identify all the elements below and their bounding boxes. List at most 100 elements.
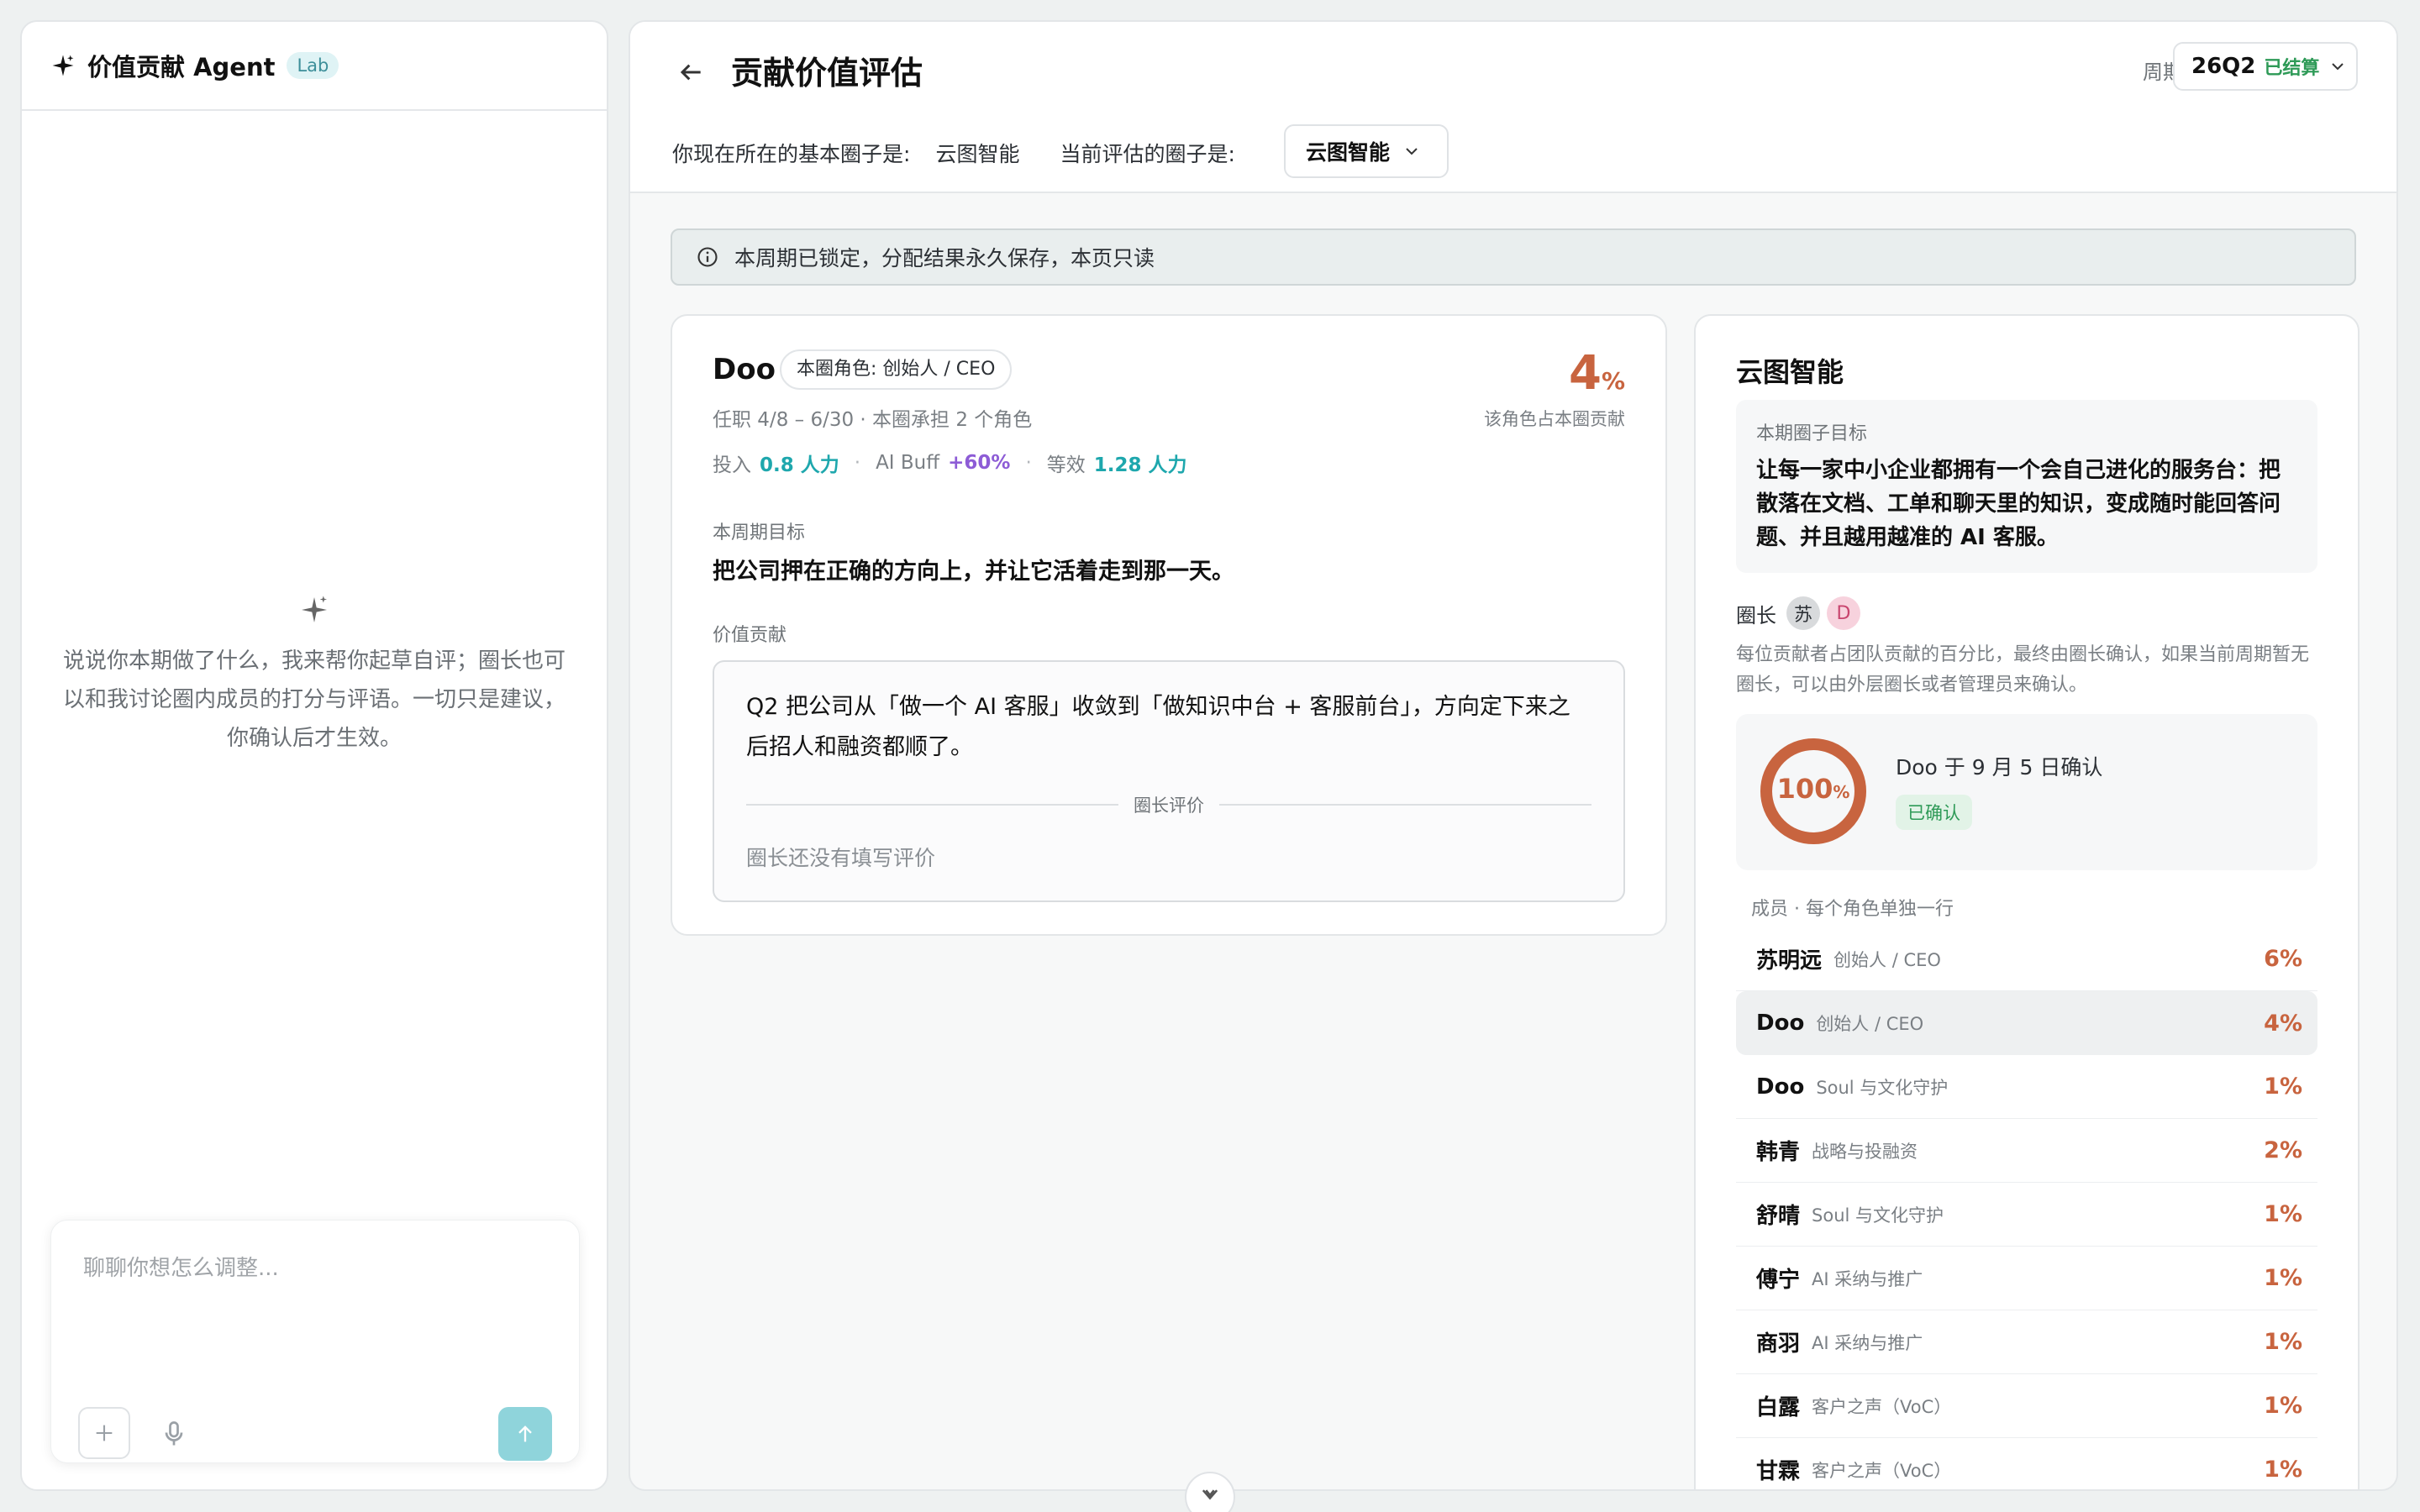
- member-row-role: 客户之声（VoC）: [1812, 1396, 1952, 1417]
- member-row-role: AI 采纳与推广: [1812, 1268, 1923, 1289]
- plus-icon: [96, 1425, 113, 1441]
- input-value: 0.8 人力: [760, 454, 839, 476]
- agent-panel: 价值贡献 Agent Lab 说说你本期做了什么，我来帮你起草自评；圈长也可以和…: [20, 20, 608, 1491]
- member-row-name: Doo: [1756, 1011, 1805, 1036]
- circle-goal-label: 本期圈子目标: [1756, 423, 1868, 444]
- member-row-percent: 1%: [2264, 1393, 2302, 1419]
- eval-circle-select[interactable]: 云图智能: [1284, 124, 1449, 178]
- member-detail-card: Doo 本圈角色: 创始人 / CEO 4% 该角色占本圈贡献 任职 4/8 –…: [671, 314, 1667, 936]
- member-row-name: Doo: [1756, 1074, 1805, 1100]
- value-contribution-box: Q2 把公司从「做一个 AI 客服」收敛到「做知识中台 + 客服前台」，方向定下…: [713, 660, 1625, 902]
- locked-banner-text: 本周期已锁定，分配结果永久保存，本页只读: [734, 246, 1155, 270]
- circle-leader-row: 圈长 苏 D: [1736, 596, 1860, 630]
- goal-label: 本周期目标: [713, 522, 806, 543]
- attach-button[interactable]: [78, 1407, 130, 1459]
- member-percent: 4% 该角色占本圈贡献: [1484, 346, 1625, 431]
- member-row-name: 甘霖: [1756, 1459, 1801, 1484]
- ai-buff-label: AI Buff: [876, 452, 940, 474]
- period-select[interactable]: 26Q2 已结算: [2173, 42, 2358, 91]
- member-row-role: AI 采纳与推广: [1812, 1332, 1923, 1353]
- equiv-value: 1.28 人力: [1093, 454, 1187, 476]
- agent-hint-text: 说说你本期做了什么，我来帮你起草自评；圈长也可以和我讨论圈内成员的打分与评语。一…: [62, 648, 566, 751]
- confirmed-by-text: Doo 于 9 月 5 日确认: [1896, 755, 2103, 780]
- member-row-role: 客户之声（VoC）: [1812, 1460, 1952, 1481]
- circle-summary-card: 云图智能 本期圈子目标 让每一家中小企业都拥有一个会自己进化的服务台：把散落在文…: [1694, 314, 2360, 1489]
- base-circle-value: 云图智能: [935, 142, 1020, 166]
- lab-badge: Lab: [287, 52, 339, 79]
- chat-input[interactable]: 聊聊你想怎么调整...: [83, 1251, 279, 1282]
- member-list: 苏明远 创始人 / CEO 6% Doo 创始人 / CEO 4% Doo Soul 与文化守…: [1736, 927, 2317, 1489]
- member-stats: 投入 0.8 人力 · AI Buff +60% · 等效 1.28 人力: [713, 449, 1187, 477]
- member-row-percent: 1%: [2264, 1265, 2302, 1291]
- period-status: 已结算: [2264, 58, 2320, 79]
- member-row-role: 创始人 / CEO: [1833, 949, 1941, 970]
- member-row-percent: 6%: [2264, 946, 2302, 972]
- member-row-percent: 4%: [2264, 1010, 2302, 1037]
- list-item[interactable]: Doo Soul 与文化守护 1%: [1736, 1055, 2317, 1119]
- role-badge: 本圈角色: 创始人 / CEO: [780, 349, 1013, 390]
- back-arrow-icon[interactable]: [674, 55, 708, 89]
- avatar[interactable]: D: [1827, 596, 1860, 630]
- chevron-down-icon: [2332, 63, 2344, 71]
- member-row-name: 白露: [1756, 1395, 1801, 1420]
- donut-label: 100%: [1754, 773, 1872, 805]
- avatar[interactable]: 苏: [1786, 596, 1820, 630]
- member-row-name: 傅宁: [1756, 1268, 1801, 1293]
- list-item[interactable]: 甘霖 客户之声（VoC） 1%: [1736, 1438, 2317, 1489]
- list-item[interactable]: 苏明远 创始人 / CEO 6%: [1736, 927, 2317, 991]
- list-item[interactable]: 韩青 战略与投融资 2%: [1736, 1119, 2317, 1183]
- donut-value: 100: [1776, 773, 1833, 805]
- value-contribution-text: Q2 把公司从「做一个 AI 客服」收敛到「做知识中台 + 客服前台」，方向定下…: [746, 694, 1570, 760]
- status-badge: 已确认: [1896, 795, 1972, 830]
- member-percent-symbol: %: [1601, 367, 1625, 395]
- send-button[interactable]: [498, 1407, 552, 1461]
- goal-text: 把公司押在正确的方向上，并让它活着走到那一天。: [713, 559, 1234, 585]
- list-item[interactable]: 舒晴 Soul 与文化守护 1%: [1736, 1183, 2317, 1247]
- circle-info-row: 你现在所在的基本圈子是: 云图智能 当前评估的圈子是:: [672, 138, 1235, 168]
- arrow-up-icon: [518, 1425, 532, 1442]
- page-title: 贡献价值评估: [731, 55, 923, 92]
- agent-title: 价值贡献 Agent: [87, 53, 276, 81]
- member-percent-value: 4: [1568, 346, 1602, 401]
- value-label: 价值贡献: [713, 625, 787, 646]
- member-row-role: Soul 与文化守护: [1816, 1077, 1949, 1098]
- eval-circle-value: 云图智能: [1306, 140, 1391, 165]
- leader-label: 圈长: [1736, 603, 1776, 627]
- ai-buff-value: +60%: [948, 452, 1011, 474]
- base-circle-label: 你现在所在的基本圈子是:: [672, 142, 911, 166]
- locked-banner: 本周期已锁定，分配结果永久保存，本页只读: [671, 228, 2356, 286]
- microphone-icon[interactable]: [159, 1419, 189, 1449]
- member-row-percent: 1%: [2264, 1201, 2302, 1227]
- sparkle-icon: [52, 55, 74, 76]
- list-item[interactable]: 傅宁 AI 采纳与推广 1%: [1736, 1247, 2317, 1310]
- period-value: 26Q2: [2191, 54, 2256, 79]
- leader-eval-empty: 圈长还没有填写评价: [746, 846, 936, 870]
- main-panel: 贡献价值评估 周期 26Q2 已结算 你现在所在的基本圈子是: 云图智能 当前评…: [629, 20, 2398, 1491]
- member-percent-label: 该角色占本圈贡献: [1484, 409, 1625, 429]
- circle-title: 云图智能: [1736, 356, 1844, 388]
- chat-composer: 聊聊你想怎么调整...: [50, 1220, 580, 1463]
- member-name: Doo: [713, 353, 776, 386]
- circle-goal-text: 让每一家中小企业都拥有一个会自己进化的服务台：把散落在文档、工单和聊天里的知识，…: [1756, 458, 2281, 550]
- member-row-role: 战略与投融资: [1812, 1141, 1918, 1162]
- member-row-name: 韩青: [1756, 1140, 1801, 1165]
- member-row-name: 商羽: [1756, 1331, 1801, 1357]
- list-item[interactable]: 白露 客户之声（VoC） 1%: [1736, 1374, 2317, 1438]
- member-row-role: 创始人 / CEO: [1816, 1014, 1924, 1034]
- donut-symbol: %: [1833, 782, 1850, 802]
- eval-circle-label: 当前评估的圈子是:: [1060, 142, 1235, 166]
- member-row-percent: 1%: [2264, 1329, 2302, 1355]
- agent-header: 价值贡献 Agent Lab: [22, 22, 607, 111]
- equiv-label: 等效: [1046, 454, 1086, 476]
- member-row-name: 舒晴: [1756, 1204, 1801, 1229]
- circle-note: 每位贡献者占团队贡献的百分比，最终由圈长确认，如果当前周期暂无圈长，可以由外层圈…: [1736, 644, 2310, 696]
- info-icon: [697, 247, 718, 267]
- list-item[interactable]: 商羽 AI 采纳与推广 1%: [1736, 1310, 2317, 1374]
- input-label: 投入: [713, 454, 751, 476]
- list-item[interactable]: Doo 创始人 / CEO 4%: [1736, 991, 2317, 1055]
- member-tenure: 任职 4/8 – 6/30 · 本圈承担 2 个角色: [713, 409, 1033, 431]
- member-row-percent: 1%: [2264, 1457, 2302, 1483]
- member-list-header: 成员 · 每个角色单独一行: [1751, 899, 1954, 920]
- page-header: 贡献价值评估 周期 26Q2 已结算 你现在所在的基本圈子是: 云图智能 当前评…: [630, 22, 2396, 193]
- agent-empty-state: 说说你本期做了什么，我来帮你起草自评；圈长也可以和我讨论圈内成员的打分与评语。一…: [55, 593, 573, 758]
